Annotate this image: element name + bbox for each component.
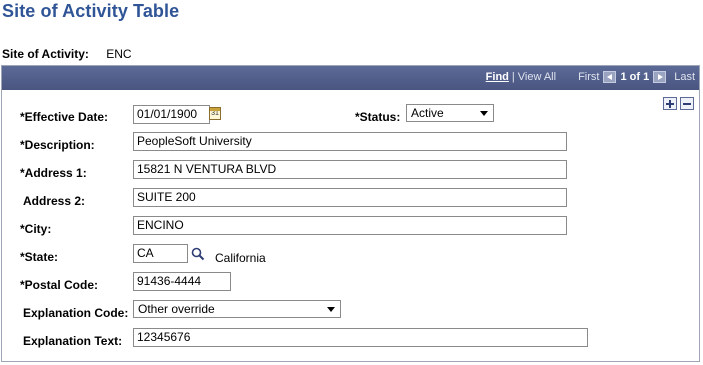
last-link[interactable]: Last (674, 71, 695, 83)
row-count: 1 of 1 (620, 71, 650, 83)
description-field[interactable]: PeopleSoft University (133, 132, 567, 151)
row-buttons (663, 97, 694, 110)
state-description: California (215, 251, 266, 265)
scroll-area-panel: Find | View All First 1 of 1 Last *Effec… (1, 65, 700, 362)
find-link[interactable]: Find (486, 71, 509, 83)
address1-label: *Address 1: (20, 166, 87, 180)
status-select-value: Active (411, 106, 444, 120)
description-label: *Description: (20, 138, 95, 152)
panel-header: Find | View All First 1 of 1 Last (2, 66, 699, 90)
previous-row-icon[interactable] (603, 71, 617, 83)
nav-separator: | (511, 71, 515, 83)
status-select[interactable]: Active (406, 104, 494, 122)
address1-field[interactable]: 15821 N VENTURA BLVD (133, 160, 567, 179)
postal-code-label: *Postal Code: (20, 278, 99, 292)
explanation-code-select-value: Other override (138, 302, 215, 316)
city-field[interactable]: ENCINO (133, 216, 567, 235)
add-row-icon[interactable] (663, 97, 677, 110)
state-label: *State: (20, 250, 59, 264)
postal-code-field[interactable]: 91436-4444 (133, 272, 231, 291)
site-of-activity-label: Site of Activity: (2, 47, 89, 61)
calendar-icon[interactable]: 31 (209, 107, 221, 120)
effective-date-field[interactable]: 01/01/1900 (133, 105, 210, 124)
explanation-code-select[interactable]: Other override (133, 300, 341, 318)
explanation-text-field[interactable]: 12345676 (133, 328, 588, 347)
state-field[interactable]: CA (133, 244, 188, 263)
chevron-down-icon (327, 307, 335, 312)
view-all-link[interactable]: View All (518, 71, 556, 83)
address2-label: Address 2: (23, 194, 86, 208)
delete-row-icon[interactable] (680, 97, 694, 110)
next-row-icon[interactable] (653, 71, 667, 83)
row-navigation: Find | View All First 1 of 1 Last (486, 71, 695, 83)
page-title: Site of Activity Table (2, 1, 180, 21)
lookup-search-icon[interactable] (191, 247, 205, 261)
effective-date-label: *Effective Date: (20, 110, 109, 124)
site-of-activity-value: ENC (106, 47, 132, 61)
chevron-down-icon (480, 111, 488, 116)
explanation-text-label: Explanation Text: (23, 334, 123, 348)
city-label: *City: (20, 222, 52, 236)
first-link[interactable]: First (578, 71, 599, 83)
status-label: *Status: (355, 110, 401, 124)
explanation-code-label: Explanation Code: (23, 306, 129, 320)
address2-field[interactable]: SUITE 200 (133, 188, 567, 207)
key-row: Site of Activity: ENC (2, 47, 132, 61)
